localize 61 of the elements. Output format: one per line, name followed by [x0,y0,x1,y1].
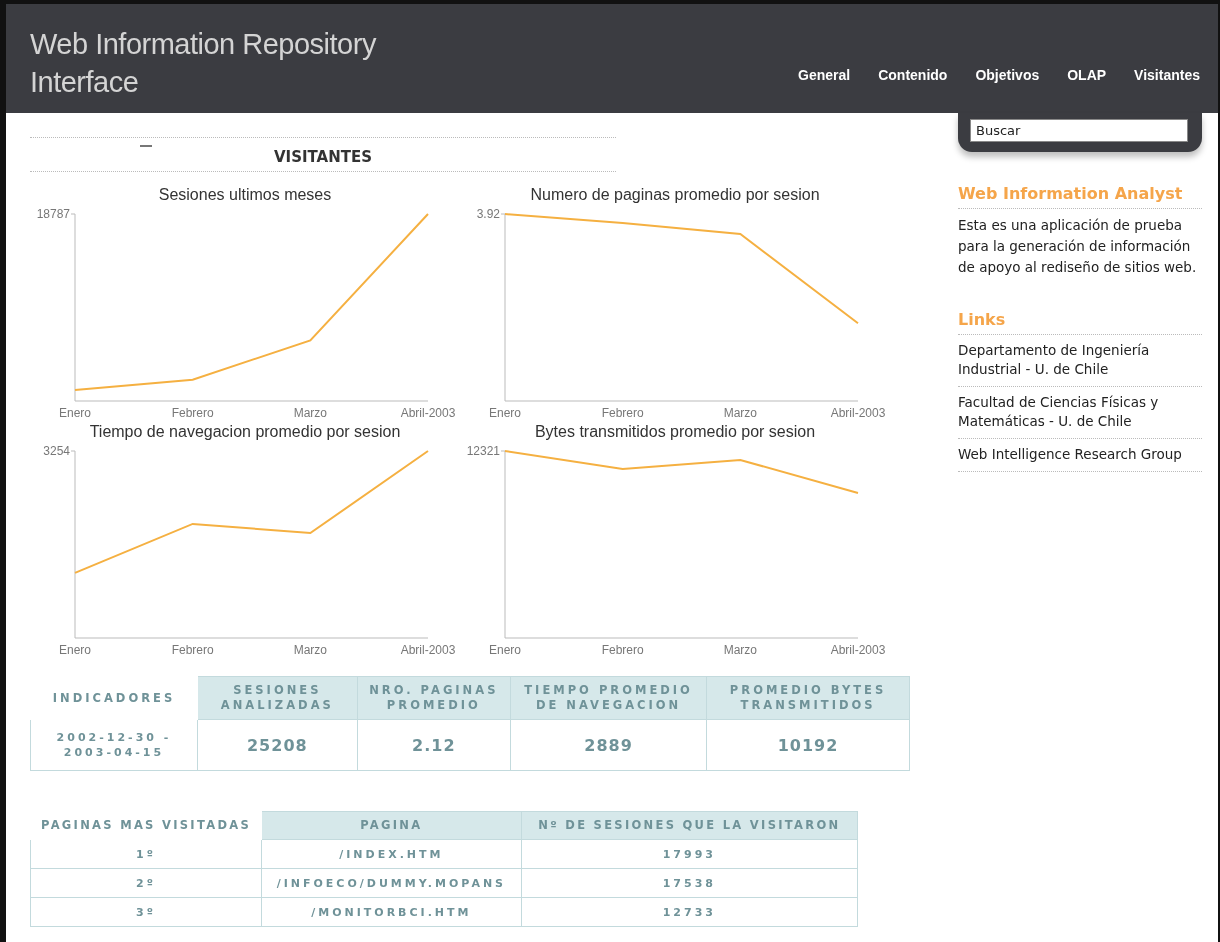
x-tick-label: Enero [59,406,91,420]
section-title: VISITANTES [273,147,373,166]
nav-link[interactable]: Contenido [878,67,948,85]
y-axis-max-label: 3.92 [476,207,500,221]
x-tick-label: Marzo [293,406,327,420]
x-tick-label: Marzo [723,643,757,657]
sidebar-link[interactable]: Facultad de Ciencias Físicas y Matemáticas - U. de Chile [958,387,1202,439]
column-header: NRO. PAGINAS PROMEDIO [357,676,511,720]
table-cell: 3º [30,897,262,927]
x-tick-label: Enero [489,643,521,657]
table-cell: 2002-12-30 - 2003-04-15 [30,719,198,771]
x-tick-label: Marzo [293,643,327,657]
table-cell: 17993 [521,839,858,869]
site-title: Web Information Repository Interface [30,27,378,100]
table-cell: /MONITORBCI.HTM [261,897,522,927]
x-tick-label: Abril-2003 [400,643,456,657]
x-tick-label: Enero [59,643,91,657]
x-tick-label: Abril-2003 [400,406,456,420]
x-tick-label: Enero [489,406,521,420]
table-cell: 17538 [521,868,858,898]
y-axis-max-label: 3254 [43,444,70,458]
x-tick-label: Febrero [171,406,214,420]
table-cell: 25208 [197,719,358,771]
x-tick-label: Abril-2003 [830,406,886,420]
x-tick-label: Febrero [171,643,214,657]
sidebar-link[interactable]: Departamento de Ingeniería Industrial - U. de Chile [958,335,1202,387]
table-cell: 2.12 [357,719,511,771]
column-header: PROMEDIO BYTES TRANSMITIDOS [706,676,910,720]
table-cell: 2889 [510,719,707,771]
column-header: INDICADORES [30,676,198,720]
x-tick-label: Abril-2003 [830,643,886,657]
chart-title: Numero de paginas promedio por sesion [530,186,820,204]
column-header: SESIONES ANALIZADAS [197,676,358,720]
sidebar-heading: Links [958,310,1202,335]
nav-link[interactable]: Objetivos [975,67,1040,85]
table-cell: /INFOECO/DUMMY.MOPANS [261,868,522,898]
sidebar-text: Esta es una aplicación de prueba para la generación de información de apoyo al rediseño de sitios web. [958,216,1198,277]
x-tick-label: Febrero [601,643,644,657]
nav-link[interactable]: General [798,67,851,85]
sidebar-heading: Web Information Analyst [958,184,1202,209]
column-header: PAGINA [261,811,522,840]
column-header: TIEMPO PROMEDIO DE NAVEGACION [510,676,707,720]
table-cell: 10192 [706,719,910,771]
table-cell: 2º [30,868,262,898]
search-field[interactable]: Buscar [970,119,1188,142]
chart-title: Sesiones ultimos meses [158,186,332,204]
y-axis-max-label: 12321 [466,444,500,458]
table-cell: 1º [30,839,262,869]
chart-title: Tiempo de navegacion promedio por sesion [89,423,401,441]
column-header: Nº DE SESIONES QUE LA VISITARON [521,811,858,840]
y-axis-max-label: 18787 [36,207,70,221]
x-tick-label: Marzo [723,406,757,420]
x-tick-label: Febrero [601,406,644,420]
table-cell: 12733 [521,897,858,927]
column-header: PAGINAS MAS VISITADAS [30,811,262,840]
table-cell: /INDEX.HTM [261,839,522,869]
chart-title: Bytes transmitidos promedio por sesion [534,423,816,441]
nav-link[interactable]: OLAP [1067,67,1107,85]
sidebar-link[interactable]: Web Intelligence Research Group [958,439,1202,472]
nav-link[interactable]: Visitantes [1134,67,1200,85]
minus-icon[interactable] [140,144,152,148]
